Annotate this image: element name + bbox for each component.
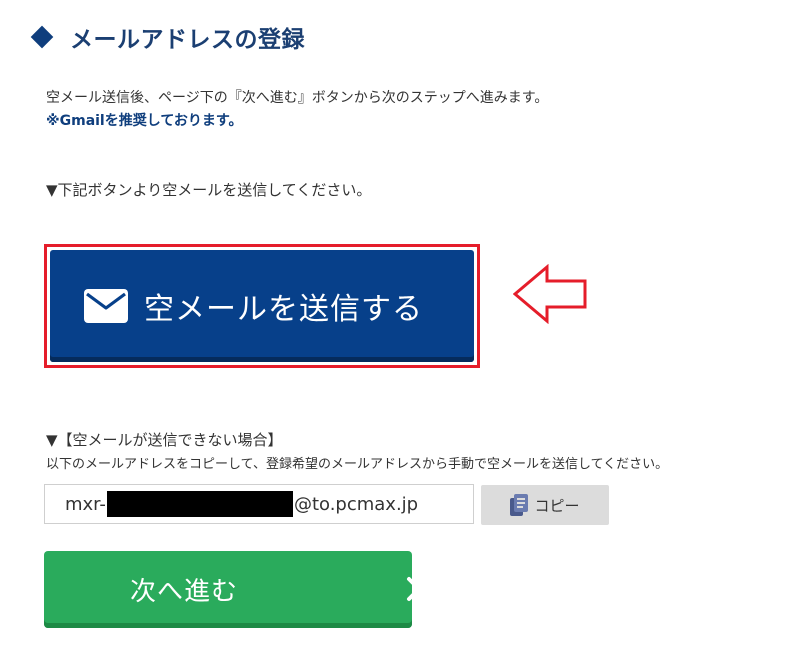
intro-text: 空メール送信後、ページ下の『次へ進む』ボタンから次のステップへ進みます。 [46,90,549,106]
copy-button-label: コピー [534,496,580,515]
gmail-recommendation: ※Gmailを推奨しております。 [46,113,243,129]
next-step-button[interactable]: 次へ進む [44,551,421,628]
send-instruction: ▼下記ボタンより空メールを送信してください。 [46,181,372,199]
email-prefix: mxr- [65,493,106,515]
redacted-block [106,491,293,517]
left-arrow-outline-icon [513,264,587,324]
email-domain: @to.pcmax.jp [293,493,419,515]
fallback-description: 以下のメールアドレスをコピーして、登録希望のメールアドレスから手動で空メールを送… [46,457,669,472]
fallback-heading: ▼【空メールが送信できない場合】 [46,431,283,449]
send-button-highlight-frame: 空メールを送信する [44,244,480,368]
page-title: メールアドレスの登録 [70,27,305,53]
diamond-bullet-icon [30,25,54,49]
email-address-field[interactable]: mxr- @to.pcmax.jp [44,484,474,524]
copy-icon [510,494,529,516]
section-header: メールアドレスの登録 [30,20,305,54]
send-button-label: 空メールを送信する [144,292,423,327]
chevron-right-icon [407,577,421,601]
next-button-label: 次へ進む [129,577,238,607]
envelope-icon [84,289,128,323]
copy-button[interactable]: コピー [481,485,609,525]
send-empty-mail-button[interactable]: 空メールを送信する [50,250,474,362]
